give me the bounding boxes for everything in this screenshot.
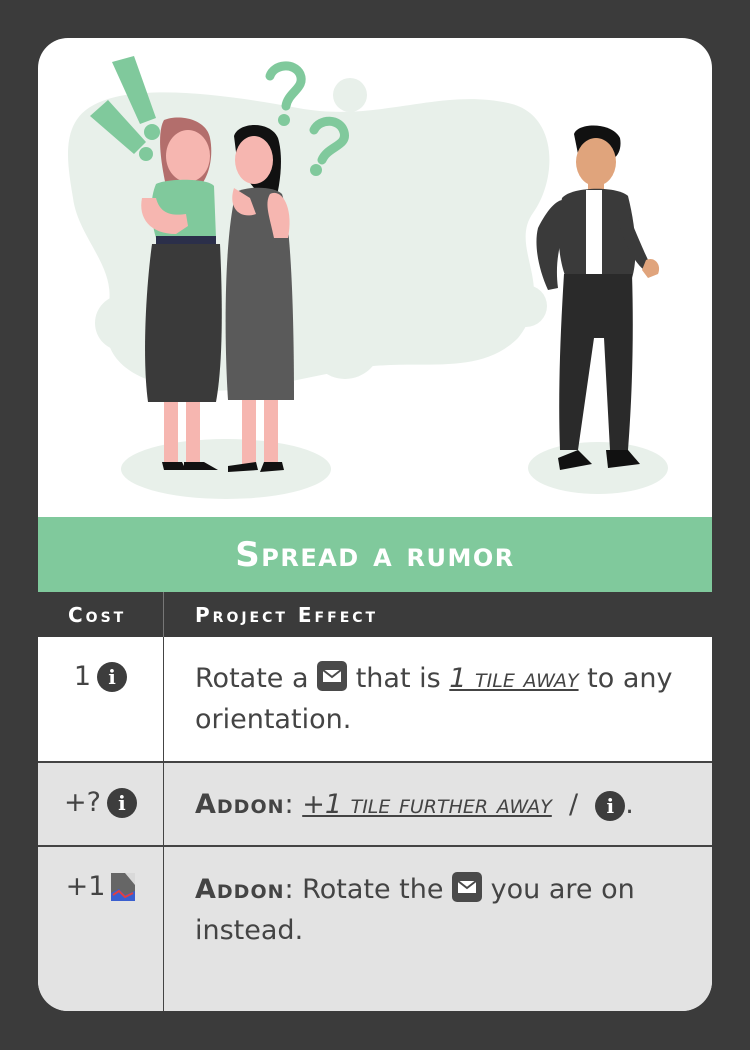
tile-icon — [111, 872, 136, 901]
cost-value: +? — [64, 787, 101, 818]
effect-table: Cost Project Effect 1 i Rotate a that is… — [38, 592, 712, 1011]
ground-shadow — [528, 442, 668, 494]
effect-cell: Addon: Rotate the you are on instead. — [164, 847, 712, 1011]
title-bar: Spread a rumor — [38, 517, 712, 592]
cost-header: Cost — [38, 592, 164, 637]
mail-icon — [452, 872, 483, 902]
mail-icon — [317, 661, 348, 691]
addon-label: Addon — [195, 874, 285, 905]
cost-value: +1 — [65, 871, 106, 902]
effect-text: : — [284, 789, 294, 820]
bubble — [505, 285, 547, 327]
effect-text: that is — [355, 663, 441, 694]
effect-text: Rotate a — [195, 663, 309, 694]
distance-text: +1 tile further away — [302, 789, 552, 820]
cost-cell: +1 — [38, 847, 164, 1011]
effect-text: : Rotate the — [284, 874, 444, 905]
table-row: +? i Addon: +1 tile further away / i. — [38, 763, 712, 847]
info-icon: i — [595, 790, 626, 821]
table-header: Cost Project Effect — [38, 592, 712, 637]
cost-cell: 1 i — [38, 637, 164, 761]
table-row: +1 Addon: Rotate the you are on instead. — [38, 847, 712, 1011]
card-title: Spread a rumor — [235, 534, 515, 575]
distance-text: 1 tile away — [449, 663, 579, 694]
bubble — [470, 284, 502, 316]
card: Spread a rumor Cost Project Effect 1 i R… — [38, 38, 712, 1011]
bubble — [333, 78, 367, 112]
effect-cell: Addon: +1 tile further away / i. — [164, 763, 712, 845]
addon-label: Addon — [195, 789, 285, 820]
cost-value: 1 — [73, 661, 92, 692]
info-icon: i — [106, 787, 137, 818]
table-row: 1 i Rotate a that is 1 tile away to any … — [38, 637, 712, 763]
bubble — [309, 307, 381, 379]
effect-cell: Rotate a that is 1 tile away to any orie… — [164, 637, 712, 761]
ground-shadow — [121, 439, 331, 499]
effect-text: / — [568, 789, 579, 820]
info-icon: i — [97, 661, 128, 692]
man-figure — [536, 125, 660, 470]
effect-header: Project Effect — [195, 602, 379, 627]
bubble — [95, 295, 151, 351]
illustration — [68, 56, 668, 499]
effect-text: . — [625, 789, 634, 820]
cost-cell: +? i — [38, 763, 164, 845]
